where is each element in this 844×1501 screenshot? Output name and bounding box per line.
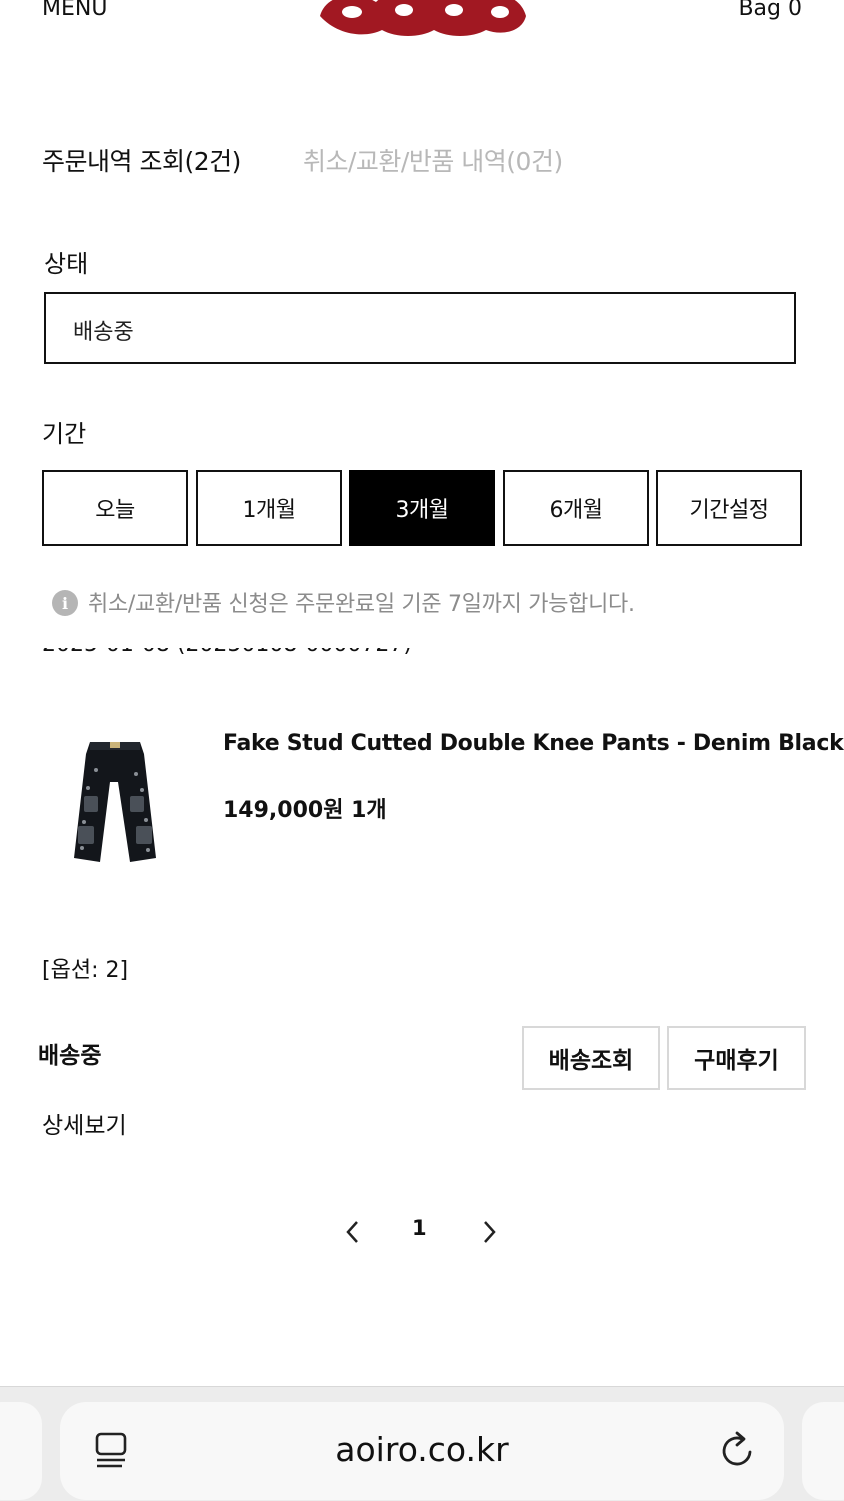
period-today-button[interactable]: 오늘 [42, 470, 188, 546]
notice-text: 취소/교환/반품 신청은 주문완료일 기준 7일까지 가능합니다. [88, 592, 635, 617]
pagination-current-page[interactable]: 1 [412, 1216, 427, 1240]
period-6-month-button[interactable]: 6개월 [503, 470, 649, 546]
period-1-month-button[interactable]: 1개월 [196, 470, 342, 546]
period-custom-button[interactable]: 기간설정 [656, 470, 802, 546]
order-detail-link[interactable]: 상세보기 [42, 1106, 127, 1140]
status-label: 상태 [44, 250, 89, 278]
address-bar-url[interactable]: aoiro.co.kr [60, 1430, 784, 1469]
reload-icon[interactable] [718, 1428, 758, 1470]
info-icon: i [52, 590, 78, 616]
tab-order-history[interactable]: 주문내역 조회(2건) [42, 142, 241, 178]
period-3-month-button[interactable]: 3개월 [349, 470, 495, 546]
previous-tab-card[interactable] [0, 1402, 42, 1500]
bag-link[interactable]: Bag 0 [738, 0, 802, 21]
chevron-left-icon[interactable] [343, 1218, 363, 1246]
write-review-button[interactable]: 구매후기 [667, 1026, 806, 1090]
order-date-text: 2025-01-08 (20250108-0000727) [42, 648, 412, 657]
product-thumbnail[interactable] [60, 730, 170, 870]
product-option: [옵션: 2] [42, 958, 129, 983]
next-tab-card[interactable] [802, 1402, 844, 1500]
track-shipment-button[interactable]: 배송조회 [522, 1026, 660, 1090]
menu-button[interactable]: MENU [42, 0, 107, 21]
shipping-status: 배송중 [38, 1043, 102, 1069]
tab-cancel-exchange-return[interactable]: 취소/교환/반품 내역(0건) [303, 142, 563, 178]
product-price-quantity: 149,000원 1개 [223, 798, 387, 823]
order-date: 2025-01-08 (20250108-0000727) [42, 648, 462, 676]
product-name[interactable]: Fake Stud Cutted Double Knee Pants - Den… [223, 731, 844, 756]
period-label: 기간 [42, 420, 87, 448]
chevron-right-icon[interactable] [479, 1218, 499, 1246]
status-select-value: 배송중 [73, 320, 134, 345]
status-select[interactable]: 배송중 [44, 292, 796, 364]
aoiro-logo-icon[interactable] [316, 0, 528, 38]
